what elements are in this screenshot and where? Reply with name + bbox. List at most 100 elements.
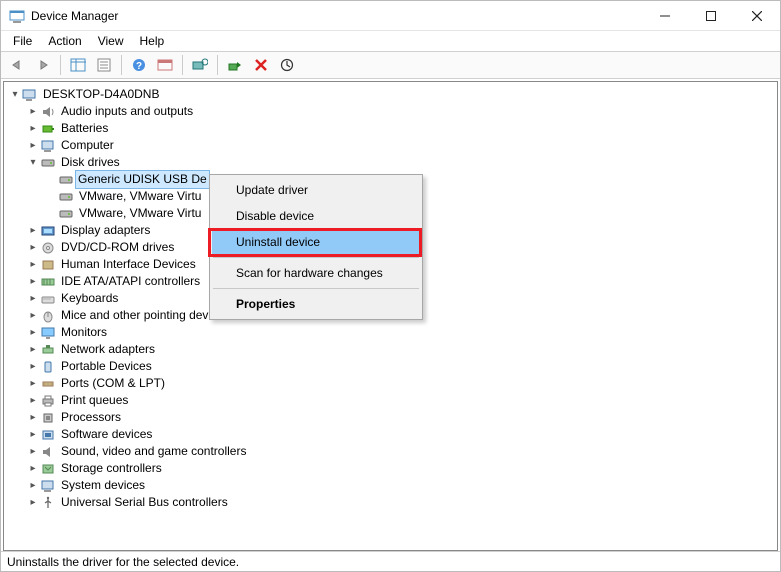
app-icon	[9, 8, 25, 24]
maximize-button[interactable]	[688, 1, 734, 31]
tree-category-printq[interactable]: Print queues	[4, 392, 777, 409]
properties-button[interactable]	[92, 54, 116, 76]
tree-category-software[interactable]: Software devices	[4, 426, 777, 443]
computer-icon	[22, 87, 38, 103]
expander-icon[interactable]	[26, 292, 40, 306]
help-button[interactable]: ?	[127, 54, 151, 76]
expander-icon[interactable]	[26, 377, 40, 391]
keyboard-icon	[40, 291, 56, 307]
cm-uninstall-device[interactable]: Uninstall device	[212, 229, 420, 255]
disk-icon	[58, 189, 74, 205]
tree-label: Display adapters	[60, 222, 151, 239]
expander-icon[interactable]	[26, 479, 40, 493]
tree-category-network[interactable]: Network adapters	[4, 341, 777, 358]
tree-label: Computer	[60, 137, 115, 154]
toolbar: ?	[1, 51, 780, 79]
expander-icon[interactable]	[26, 309, 40, 323]
scan-hardware-button[interactable]	[188, 54, 212, 76]
forward-button[interactable]	[31, 54, 55, 76]
tree-category-processors[interactable]: Processors	[4, 409, 777, 426]
cm-properties[interactable]: Properties	[212, 291, 420, 317]
tree-label: Sound, video and game controllers	[60, 443, 247, 460]
tree-category-system[interactable]: System devices	[4, 477, 777, 494]
tree-label: System devices	[60, 477, 146, 494]
cpu-icon	[40, 410, 56, 426]
tree-category-storage[interactable]: Storage controllers	[4, 460, 777, 477]
tree-label: VMware, VMware Virtu	[78, 188, 202, 205]
expander-icon[interactable]	[26, 394, 40, 408]
tree-category-computer[interactable]: Computer	[4, 137, 777, 154]
uninstall-button[interactable]	[249, 54, 273, 76]
tree-label: Monitors	[60, 324, 108, 341]
tree-label: IDE ATA/ATAPI controllers	[60, 273, 201, 290]
expander-icon[interactable]	[26, 122, 40, 136]
tree-category-monitors[interactable]: Monitors	[4, 324, 777, 341]
menu-view[interactable]: View	[90, 32, 132, 50]
svg-text:?: ?	[136, 61, 142, 72]
tree-label: Storage controllers	[60, 460, 163, 477]
expander-icon[interactable]	[26, 360, 40, 374]
tree-root[interactable]: DESKTOP-D4A0DNB	[4, 86, 777, 103]
system-icon	[40, 478, 56, 494]
tree-label: Network adapters	[60, 341, 156, 358]
menu-help[interactable]: Help	[132, 32, 173, 50]
usb-icon	[40, 495, 56, 511]
expander-icon[interactable]	[26, 496, 40, 510]
action-icon[interactable]	[153, 54, 177, 76]
expander-icon[interactable]	[26, 224, 40, 238]
close-button[interactable]	[734, 1, 780, 31]
menu-file[interactable]: File	[5, 32, 40, 50]
expander-icon[interactable]	[26, 105, 40, 119]
cm-update-driver[interactable]: Update driver	[212, 177, 420, 203]
status-text: Uninstalls the driver for the selected d…	[7, 555, 239, 569]
expander-icon[interactable]	[26, 411, 40, 425]
tree-category-ports[interactable]: Ports (COM & LPT)	[4, 375, 777, 392]
expander-icon[interactable]	[26, 462, 40, 476]
ide-icon	[40, 274, 56, 290]
expander-icon	[44, 190, 58, 204]
port-icon	[40, 376, 56, 392]
tree-category-disk[interactable]: Disk drives	[4, 154, 777, 171]
network-icon	[40, 342, 56, 358]
window-title: Device Manager	[31, 9, 118, 23]
expander-icon[interactable]	[26, 156, 40, 170]
expander-icon[interactable]	[26, 139, 40, 153]
minimize-button[interactable]	[642, 1, 688, 31]
tree-category-audio[interactable]: Audio inputs and outputs	[4, 103, 777, 120]
expander-icon[interactable]	[26, 326, 40, 340]
tree-label: DESKTOP-D4A0DNB	[42, 86, 160, 103]
tree-label: Keyboards	[60, 290, 119, 307]
disable-button[interactable]	[275, 54, 299, 76]
cm-scan-hardware[interactable]: Scan for hardware changes	[212, 260, 420, 286]
menu-action[interactable]: Action	[40, 32, 89, 50]
cm-disable-device[interactable]: Disable device	[212, 203, 420, 229]
show-hide-tree-button[interactable]	[66, 54, 90, 76]
tree-category-portable[interactable]: Portable Devices	[4, 358, 777, 375]
software-icon	[40, 427, 56, 443]
tree-label: Generic UDISK USB De	[75, 170, 210, 189]
tree-category-usb[interactable]: Universal Serial Bus controllers	[4, 494, 777, 511]
expander-icon[interactable]	[8, 88, 22, 102]
update-driver-button[interactable]	[223, 54, 247, 76]
tree-label: VMware, VMware Virtu	[78, 205, 202, 222]
disk-icon	[58, 172, 74, 188]
tree-label: Audio inputs and outputs	[60, 103, 194, 120]
battery-icon	[40, 121, 56, 137]
expander-icon[interactable]	[26, 343, 40, 357]
tree-label: Portable Devices	[60, 358, 153, 375]
tree-label: Disk drives	[60, 154, 121, 171]
expander-icon[interactable]	[26, 258, 40, 272]
expander-icon[interactable]	[26, 275, 40, 289]
expander-icon[interactable]	[26, 445, 40, 459]
expander-icon[interactable]	[26, 241, 40, 255]
tree-category-batteries[interactable]: Batteries	[4, 120, 777, 137]
expander-icon[interactable]	[26, 428, 40, 442]
printer-icon	[40, 393, 56, 409]
tree-label: Universal Serial Bus controllers	[60, 494, 229, 511]
cm-separator	[213, 288, 419, 289]
tree-category-sound[interactable]: Sound, video and game controllers	[4, 443, 777, 460]
back-button[interactable]	[5, 54, 29, 76]
title-bar: Device Manager	[1, 1, 780, 31]
tree-label: Ports (COM & LPT)	[60, 375, 166, 392]
cm-separator	[213, 257, 419, 258]
